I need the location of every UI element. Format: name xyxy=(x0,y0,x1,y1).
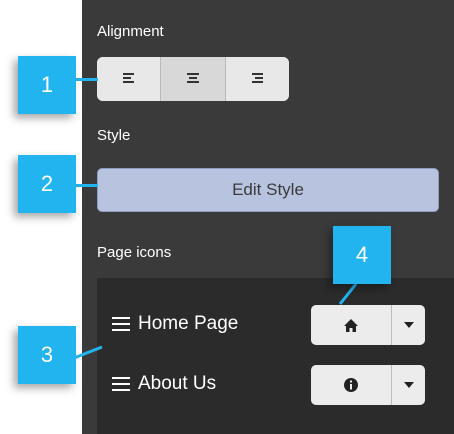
page-icon-row-home: Home Page xyxy=(112,305,444,345)
callout-3: 3 xyxy=(18,326,76,384)
align-center-icon xyxy=(186,73,199,83)
home-icon xyxy=(344,318,358,332)
alignment-label: Alignment xyxy=(97,23,164,40)
callout-connector xyxy=(338,283,358,305)
icon-picker-button[interactable] xyxy=(311,365,392,405)
callout-connector xyxy=(74,78,98,81)
alignment-button-group xyxy=(97,57,289,101)
callout-connector xyxy=(74,184,98,187)
align-right-icon xyxy=(252,73,264,83)
drag-handle-icon[interactable] xyxy=(112,377,130,392)
icon-dropdown-toggle[interactable] xyxy=(392,305,425,345)
callout-4: 4 xyxy=(333,226,391,284)
edit-style-button[interactable]: Edit Style xyxy=(97,168,439,212)
page-icons-list xyxy=(97,278,454,434)
icon-picker xyxy=(311,365,425,405)
align-left-button[interactable] xyxy=(97,57,162,101)
page-icons-label: Page icons xyxy=(97,244,172,261)
drag-handle-icon[interactable] xyxy=(112,317,130,332)
callout-connector xyxy=(73,345,103,360)
caret-down-icon xyxy=(403,382,414,388)
icon-picker xyxy=(311,305,425,345)
callout-1: 1 xyxy=(18,56,76,114)
icon-dropdown-toggle[interactable] xyxy=(392,365,425,405)
align-right-button[interactable] xyxy=(225,57,289,101)
caret-down-icon xyxy=(403,322,414,328)
align-left-icon xyxy=(122,73,134,83)
info-icon xyxy=(344,378,358,392)
callout-2: 2 xyxy=(18,155,76,213)
icon-picker-button[interactable] xyxy=(311,305,392,345)
align-center-button[interactable] xyxy=(161,57,226,101)
style-label: Style xyxy=(97,127,131,144)
page-name: Home Page xyxy=(138,313,239,334)
page-name: About Us xyxy=(138,373,217,394)
page-icon-row-about: About Us xyxy=(112,365,444,405)
